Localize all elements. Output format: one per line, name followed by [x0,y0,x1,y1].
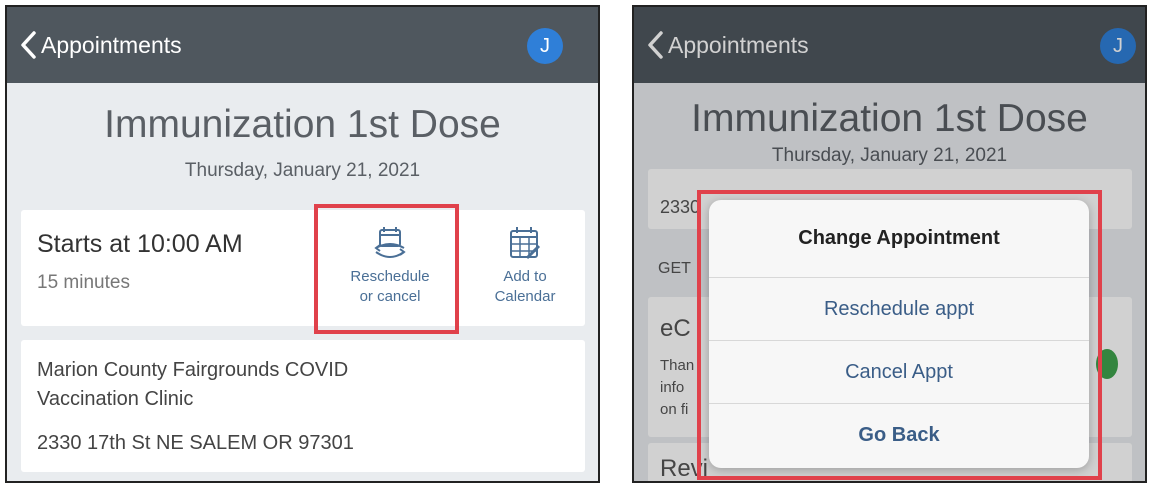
location-name-line2: Vaccination Clinic [37,388,194,410]
location-name-line1: Marion County Fairgrounds COVID [37,359,349,381]
nav-bar: Appointments J [7,7,598,83]
change-appointment-screen: Appointments J Immunization 1st Dose Thu… [632,5,1147,483]
calendar-label-line2: Calendar [494,288,556,305]
avatar[interactable]: J [527,28,563,64]
highlight-box [314,204,459,334]
appointment-date: Thursday, January 21, 2021 [184,160,421,181]
location-card: Marion County Fairgrounds COVID Vaccinat… [21,340,585,472]
start-time: Starts at 10:00 AM [37,230,243,258]
calendar-add-icon [510,227,541,260]
appointment-detail-screen: Appointments J Immunization 1st Dose Thu… [5,5,600,483]
add-to-calendar-button[interactable]: Add to Calendar [483,224,567,307]
back-button[interactable]: Appointments [19,31,182,59]
location-address: 2330 17th St NE SALEM OR 97301 [37,432,354,454]
location-name: Marion County Fairgrounds COVID Vaccinat… [37,356,457,414]
back-label: Appointments [41,31,182,58]
time-card: Starts at 10:00 AM 15 minutes Reschedule… [21,210,585,326]
highlight-box [697,190,1102,480]
chevron-left-icon [21,31,36,59]
calendar-label-line1: Add to [503,268,547,285]
page-title: Immunization 1st Dose [104,103,501,146]
duration: 15 minutes [37,272,130,293]
